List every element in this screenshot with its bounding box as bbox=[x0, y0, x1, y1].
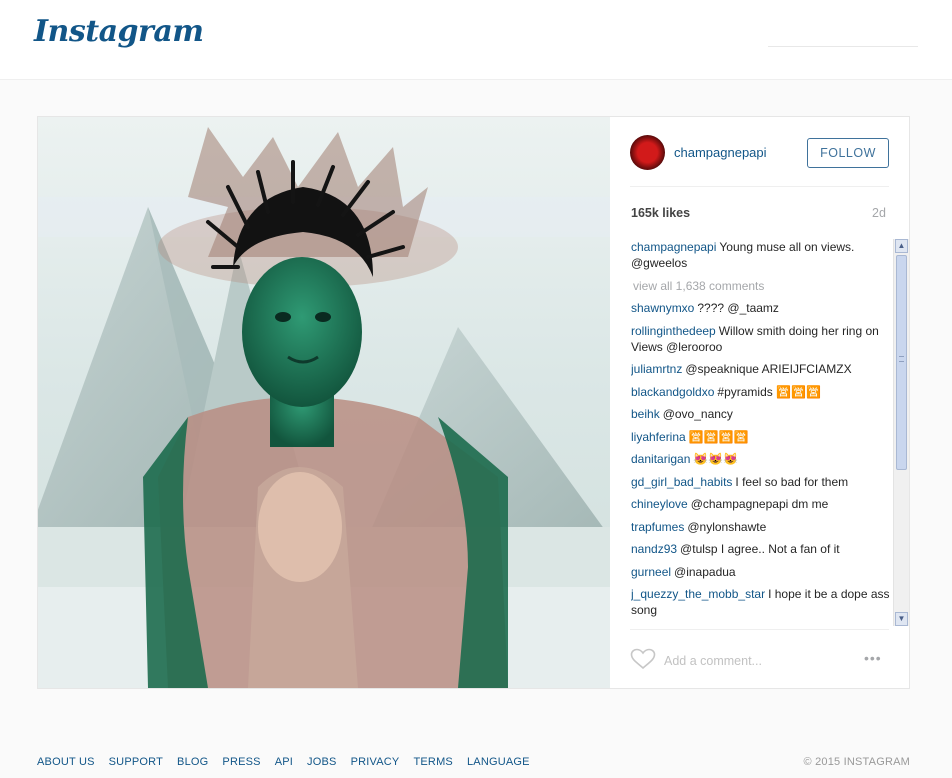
copyright: © 2015 INSTAGRAM bbox=[803, 756, 910, 768]
footer-link-about-us[interactable]: ABOUT US bbox=[37, 756, 95, 768]
scroll-up-arrow-icon[interactable]: ▲ bbox=[895, 239, 908, 253]
heart-icon[interactable] bbox=[630, 648, 656, 670]
footer-link-terms[interactable]: TERMS bbox=[413, 756, 453, 768]
comment-item: danitarigan 😻😻😻 bbox=[631, 451, 891, 467]
comment-text: 🈺🈺🈺🈺 bbox=[688, 429, 749, 444]
comment-text: ???? @_taamz bbox=[697, 301, 779, 315]
comment-text: #pyramids 🈺🈺🈺 bbox=[717, 384, 821, 399]
footer-link-language[interactable]: LANGUAGE bbox=[467, 756, 530, 768]
comment-username[interactable]: danitarigan bbox=[631, 452, 690, 466]
comment-text: @nylonshawte bbox=[687, 519, 767, 534]
comment-text: @tulsp I agree.. Not a fan of it bbox=[680, 542, 840, 556]
comment-text: I feel so bad for them bbox=[735, 474, 849, 489]
scrollbar-thumb[interactable] bbox=[896, 255, 907, 470]
footer-link-privacy[interactable]: PRIVACY bbox=[351, 756, 400, 768]
comment-username[interactable]: trapfumes bbox=[631, 520, 684, 534]
comment-username[interactable]: gd_girl_bad_habits bbox=[631, 475, 732, 489]
comment-item: liyahferina 🈺🈺🈺🈺 bbox=[631, 429, 891, 445]
scrollbar-grip-icon bbox=[899, 356, 904, 362]
comment-item: gd_girl_bad_habits I feel so bad for them bbox=[631, 474, 891, 490]
comment-username[interactable]: juliamrtnz bbox=[631, 362, 682, 376]
comment-item: trapfumes @nylonshawte bbox=[631, 519, 891, 535]
scroll-down-arrow-icon[interactable]: ▼ bbox=[895, 612, 908, 626]
comment-item: juliamrtnz @speaknique ARIEIJFCIAMZX bbox=[631, 361, 891, 377]
comment-username[interactable]: chineylove bbox=[631, 497, 688, 511]
post-header: champagnepapi FOLLOW bbox=[630, 135, 889, 187]
add-comment-bar: ••• bbox=[630, 629, 889, 688]
post-age[interactable]: 2d bbox=[872, 206, 886, 220]
search-area-underline bbox=[768, 46, 918, 47]
comment-item: gurneel @inapadua bbox=[631, 564, 891, 580]
footer: ABOUT US SUPPORT BLOG PRESS API JOBS PRIVACY TE… bbox=[37, 756, 910, 772]
comments-list[interactable]: champagnepapi Young muse all on views. @g… bbox=[631, 239, 891, 619]
footer-link-support[interactable]: SUPPORT bbox=[109, 756, 163, 768]
likes-count[interactable]: 165k likes bbox=[631, 206, 690, 220]
comment-username[interactable]: gurneel bbox=[631, 565, 671, 579]
comment-item: beihk @ovo_nancy bbox=[631, 406, 891, 422]
footer-link-api[interactable]: API bbox=[275, 756, 293, 768]
comment-text: 😻😻😻 bbox=[693, 452, 739, 466]
post-photo[interactable] bbox=[38, 117, 610, 688]
comment-username[interactable]: shawnymxo bbox=[631, 301, 694, 315]
post-details-panel: champagnepapi FOLLOW 165k likes 2d champ… bbox=[610, 117, 909, 688]
comment-text: @inapadua bbox=[674, 564, 736, 579]
comment-username[interactable]: blackandgoldxo bbox=[631, 385, 714, 399]
top-navigation-bar: Instagram bbox=[0, 0, 952, 80]
comments-scrollbar[interactable]: ▲ ▼ bbox=[893, 239, 909, 626]
footer-link-jobs[interactable]: JOBS bbox=[307, 756, 337, 768]
post-author-username[interactable]: champagnepapi bbox=[674, 145, 767, 160]
comment-username[interactable]: nandz93 bbox=[631, 542, 677, 556]
caption-username[interactable]: champagnepapi bbox=[631, 240, 716, 254]
comment-username[interactable]: j_quezzy_the_mobb_star bbox=[631, 587, 765, 601]
footer-link-press[interactable]: PRESS bbox=[222, 756, 260, 768]
post-card: champagnepapi FOLLOW 165k likes 2d champ… bbox=[37, 116, 910, 689]
footer-links: ABOUT US SUPPORT BLOG PRESS API JOBS PRIVACY TE… bbox=[37, 756, 544, 768]
caption: champagnepapi Young muse all on views. @g… bbox=[631, 239, 891, 271]
instagram-logo[interactable]: Instagram bbox=[34, 14, 204, 49]
comment-text: @ovo_nancy bbox=[662, 407, 733, 421]
comment-username[interactable]: rollinginthedeep bbox=[631, 324, 716, 338]
footer-link-blog[interactable]: BLOG bbox=[177, 756, 208, 768]
comment-item: j_quezzy_the_mobb_star I hope it be a dop… bbox=[631, 586, 891, 618]
comment-text: @champagnepapi dm me bbox=[690, 497, 829, 511]
add-comment-input[interactable] bbox=[664, 652, 844, 670]
avatar[interactable] bbox=[630, 135, 665, 170]
comment-item: chineylove @champagnepapi dm me bbox=[631, 496, 891, 512]
comment-username[interactable]: liyahferina bbox=[631, 430, 686, 444]
comment-username[interactable]: beihk bbox=[631, 407, 660, 421]
comment-text: @speaknique ARIEIJFCIAMZX bbox=[685, 362, 852, 376]
view-all-comments-link[interactable]: view all 1,638 comments bbox=[633, 278, 891, 294]
comment-item: rollinginthedeep Willow smith doing her r… bbox=[631, 323, 891, 355]
comment-item: nandz93 @tulsp I agree.. Not a fan of it bbox=[631, 541, 891, 557]
comment-item: blackandgoldxo #pyramids 🈺🈺🈺 bbox=[631, 384, 891, 400]
follow-button[interactable]: FOLLOW bbox=[807, 138, 889, 168]
more-options-icon[interactable]: ••• bbox=[864, 650, 882, 666]
comment-item: shawnymxo???? @_taamz bbox=[631, 300, 891, 316]
